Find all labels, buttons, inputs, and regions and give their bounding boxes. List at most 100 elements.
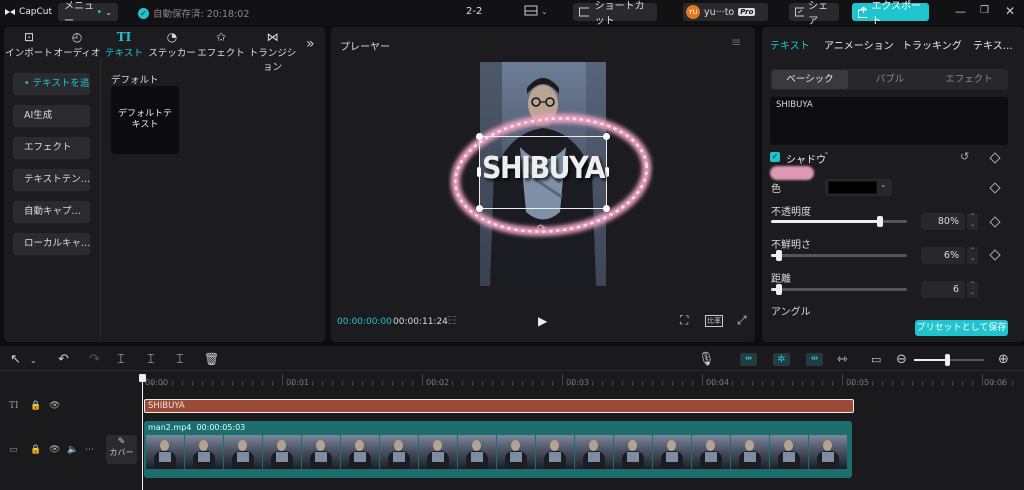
save-preset-button[interactable]: プリセットとして保存: [915, 320, 1008, 336]
magnet-main-icon[interactable]: ⇹: [740, 353, 757, 366]
video-clip[interactable]: man2.mp4 00:00:05:03: [144, 421, 852, 478]
split-icon[interactable]: ⌶: [117, 352, 125, 367]
effect-icon: ✩: [215, 30, 227, 44]
tab-animation[interactable]: アニメーション: [824, 37, 894, 52]
playhead[interactable]: [142, 374, 143, 490]
audio-mute-icon[interactable]: 🔈: [67, 445, 78, 455]
blur-value-input[interactable]: 6%: [921, 247, 965, 264]
check-circle-icon: ✓: [138, 7, 149, 19]
layout-button[interactable]: ⌄: [524, 5, 548, 17]
slider-handle[interactable]: [945, 354, 950, 366]
tab-tracking[interactable]: トラッキング: [902, 37, 962, 52]
tab-effect[interactable]: ✩ エフェクト: [195, 30, 247, 59]
zoom-slider[interactable]: [914, 354, 984, 366]
resize-handle[interactable]: [476, 205, 483, 212]
cover-button[interactable]: ✎ カバー: [106, 435, 137, 464]
close-icon[interactable]: ✕: [1005, 4, 1015, 18]
stepper-icon[interactable]: ⌃ ⌄: [967, 247, 978, 264]
expand-icon[interactable]: ⤢: [737, 313, 747, 328]
user-account-button[interactable]: YU yu···to Pro: [683, 3, 768, 21]
sidebar-item-ai-generate[interactable]: AI生成: [13, 105, 90, 127]
blur-label: 不鮮明さ: [771, 240, 811, 251]
more-icon[interactable]: ⋯: [85, 445, 94, 455]
minimize-icon[interactable]: —: [955, 5, 966, 18]
opacity-value-input[interactable]: 80%: [921, 213, 965, 230]
eye-icon[interactable]: 👁: [49, 401, 60, 411]
resize-handle[interactable]: [603, 205, 610, 212]
delete-icon[interactable]: 🗑: [204, 352, 219, 366]
microphone-icon[interactable]: 🎙: [698, 352, 715, 367]
share-button[interactable]: シェア: [789, 1, 839, 27]
caption-icon[interactable]: ▭: [871, 353, 881, 366]
redo-icon[interactable]: ↷: [89, 352, 100, 367]
fullscreen-crop-icon[interactable]: ⛶: [680, 313, 688, 328]
slider-handle[interactable]: [776, 284, 783, 295]
tab-text[interactable]: TI テキスト: [98, 30, 150, 59]
split-left-icon[interactable]: ⌶: [147, 352, 155, 367]
link-icon[interactable]: ⇹: [806, 353, 823, 366]
split-right-icon[interactable]: ⌶: [176, 352, 184, 367]
color-swatch: [828, 181, 877, 194]
menu-button[interactable]: メニュー • ⌄: [58, 1, 118, 27]
sidebar-item-add-text[interactable]: • テキストを追加: [13, 73, 90, 95]
filmstrip-frame: [419, 435, 457, 469]
tab-text-properties[interactable]: テキスト: [770, 37, 810, 52]
export-icon: [858, 6, 868, 18]
slider-handle[interactable]: [876, 216, 883, 227]
menu-dot-icon: •: [96, 6, 103, 18]
preview-axis-icon[interactable]: ⇿: [837, 352, 848, 367]
player-title: プレーヤー: [340, 42, 390, 53]
tab-sticker[interactable]: ◔ ステッカー: [146, 30, 198, 59]
stepper-icon[interactable]: ⌃ ⌄: [967, 281, 978, 298]
chevron-down-icon[interactable]: ⌄: [30, 356, 37, 365]
segment-basic[interactable]: ベーシック: [772, 70, 848, 89]
project-title[interactable]: 2-2: [466, 6, 482, 17]
sidebar-item-local-caption[interactable]: ローカルキャ…: [13, 233, 90, 255]
slider-handle[interactable]: [776, 250, 783, 261]
tab-text-more[interactable]: テキス…: [973, 37, 1013, 52]
rotate-icon[interactable]: ⟳: [537, 222, 546, 235]
player-menu-icon[interactable]: ≡: [731, 35, 741, 49]
chevron-up-icon[interactable]: ⌃: [823, 151, 830, 160]
text-content-input[interactable]: SHIBUYA: [770, 97, 1008, 145]
lock-icon[interactable]: 🔒: [30, 401, 41, 411]
reset-icon[interactable]: ↺: [960, 150, 969, 163]
play-icon[interactable]: ▶: [538, 314, 547, 328]
playhead-handle[interactable]: [139, 374, 146, 382]
segment-effect[interactable]: エフェクト: [931, 70, 1007, 89]
sidebar-item-effect[interactable]: エフェクト: [13, 137, 90, 159]
segment-bubble[interactable]: バブル: [852, 70, 928, 89]
resize-handle[interactable]: [477, 167, 481, 177]
opacity-slider[interactable]: [771, 216, 907, 227]
shortcut-button[interactable]: ショートカット: [573, 1, 657, 27]
distance-slider[interactable]: [771, 284, 907, 295]
select-cursor-icon[interactable]: ↖: [10, 352, 21, 367]
lock-icon[interactable]: 🔒: [30, 445, 41, 455]
zoom-in-icon[interactable]: ⊕: [998, 352, 1009, 367]
distance-value-input[interactable]: 6: [921, 281, 965, 298]
restore-icon[interactable]: ❐: [980, 5, 989, 16]
stepper-icon[interactable]: ⌃ ⌄: [967, 213, 978, 230]
text-clip[interactable]: SHIBUYA: [144, 399, 854, 413]
tab-transition[interactable]: ⋈ トランジション: [245, 30, 300, 73]
resize-handle[interactable]: [605, 167, 609, 177]
sidebar-item-text-template[interactable]: テキストテン…: [13, 169, 90, 191]
auto-snap-icon[interactable]: ✲: [773, 353, 790, 366]
zoom-out-icon[interactable]: ⊖: [896, 352, 907, 367]
default-text-card[interactable]: デフォルトテキスト: [111, 86, 179, 154]
ratio-button[interactable]: 比率: [705, 315, 723, 327]
eye-icon[interactable]: 👁: [49, 445, 60, 455]
shadow-checkbox[interactable]: ✓: [770, 152, 780, 162]
undo-icon[interactable]: ↶: [58, 352, 69, 367]
tab-import[interactable]: ⊡ インポート: [3, 30, 55, 59]
shadow-label: シャドウ: [786, 155, 826, 166]
more-tabs-icon[interactable]: »: [306, 36, 315, 52]
export-button[interactable]: エクスポート: [852, 1, 929, 27]
sidebar-item-auto-caption[interactable]: 自動キャプ…: [13, 201, 90, 223]
color-picker[interactable]: ⌄: [825, 179, 892, 196]
tab-audio[interactable]: ◴ オーディオ: [51, 30, 103, 59]
timeline-grid-icon[interactable]: ☷: [447, 314, 457, 327]
blur-slider[interactable]: [771, 250, 907, 261]
resize-handle[interactable]: [476, 133, 483, 140]
resize-handle[interactable]: [603, 133, 610, 140]
